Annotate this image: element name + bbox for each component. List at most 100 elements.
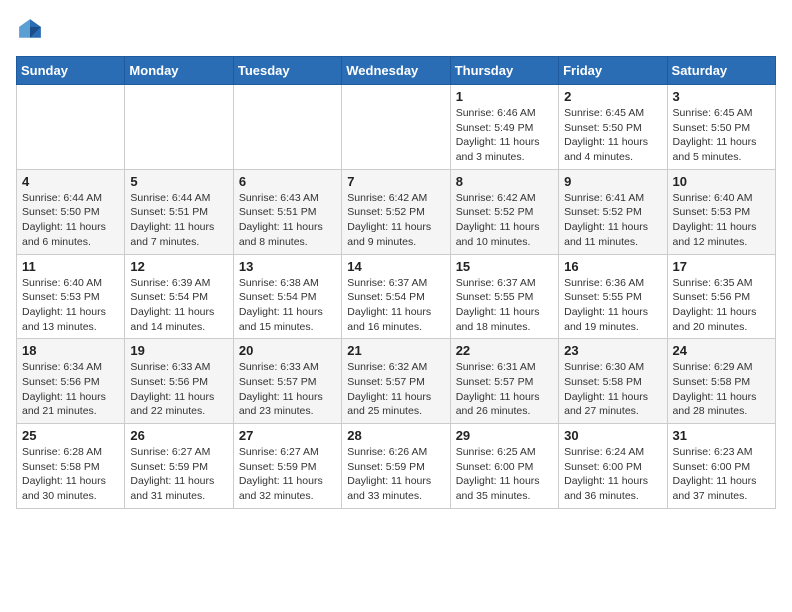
calendar-cell: 23 Sunrise: 6:30 AM Sunset: 5:58 PM Dayli… <box>559 339 667 424</box>
day-detail: Sunrise: 6:29 AM Sunset: 5:58 PM Dayligh… <box>673 360 770 419</box>
calendar-week-row: 1 Sunrise: 6:46 AM Sunset: 5:49 PM Daylig… <box>17 85 776 170</box>
day-detail: Sunrise: 6:31 AM Sunset: 5:57 PM Dayligh… <box>456 360 553 419</box>
day-detail: Sunrise: 6:30 AM Sunset: 5:58 PM Dayligh… <box>564 360 661 419</box>
calendar-cell: 5 Sunrise: 6:44 AM Sunset: 5:51 PM Daylig… <box>125 169 233 254</box>
calendar-cell: 3 Sunrise: 6:45 AM Sunset: 5:50 PM Daylig… <box>667 85 775 170</box>
calendar-cell: 20 Sunrise: 6:33 AM Sunset: 5:57 PM Dayli… <box>233 339 341 424</box>
day-number: 28 <box>347 428 444 443</box>
day-detail: Sunrise: 6:33 AM Sunset: 5:57 PM Dayligh… <box>239 360 336 419</box>
calendar-cell: 21 Sunrise: 6:32 AM Sunset: 5:57 PM Dayli… <box>342 339 450 424</box>
day-detail: Sunrise: 6:46 AM Sunset: 5:49 PM Dayligh… <box>456 106 553 165</box>
day-detail: Sunrise: 6:45 AM Sunset: 5:50 PM Dayligh… <box>564 106 661 165</box>
day-detail: Sunrise: 6:39 AM Sunset: 5:54 PM Dayligh… <box>130 276 227 335</box>
calendar-cell <box>342 85 450 170</box>
day-detail: Sunrise: 6:37 AM Sunset: 5:55 PM Dayligh… <box>456 276 553 335</box>
day-number: 6 <box>239 174 336 189</box>
day-detail: Sunrise: 6:42 AM Sunset: 5:52 PM Dayligh… <box>456 191 553 250</box>
calendar-cell: 7 Sunrise: 6:42 AM Sunset: 5:52 PM Daylig… <box>342 169 450 254</box>
day-number: 10 <box>673 174 770 189</box>
weekday-header-monday: Monday <box>125 57 233 85</box>
day-detail: Sunrise: 6:44 AM Sunset: 5:51 PM Dayligh… <box>130 191 227 250</box>
day-detail: Sunrise: 6:38 AM Sunset: 5:54 PM Dayligh… <box>239 276 336 335</box>
day-number: 7 <box>347 174 444 189</box>
day-detail: Sunrise: 6:34 AM Sunset: 5:56 PM Dayligh… <box>22 360 119 419</box>
calendar-cell: 24Sunrise: 6:29 AM Sunset: 5:58 PM Dayli… <box>667 339 775 424</box>
weekday-header-saturday: Saturday <box>667 57 775 85</box>
day-detail: Sunrise: 6:45 AM Sunset: 5:50 PM Dayligh… <box>673 106 770 165</box>
day-number: 21 <box>347 343 444 358</box>
day-number: 23 <box>564 343 661 358</box>
day-number: 16 <box>564 259 661 274</box>
calendar-cell <box>233 85 341 170</box>
calendar-cell: 10 Sunrise: 6:40 AM Sunset: 5:53 PM Dayli… <box>667 169 775 254</box>
calendar-cell: 6Sunrise: 6:43 AM Sunset: 5:51 PM Daylig… <box>233 169 341 254</box>
calendar-cell: 14 Sunrise: 6:37 AM Sunset: 5:54 PM Dayli… <box>342 254 450 339</box>
day-detail: Sunrise: 6:33 AM Sunset: 5:56 PM Dayligh… <box>130 360 227 419</box>
day-number: 26 <box>130 428 227 443</box>
day-detail: Sunrise: 6:28 AM Sunset: 5:58 PM Dayligh… <box>22 445 119 504</box>
day-number: 3 <box>673 89 770 104</box>
page-header <box>16 16 776 44</box>
day-number: 8 <box>456 174 553 189</box>
calendar-cell: 29 Sunrise: 6:25 AM Sunset: 6:00 PM Dayli… <box>450 424 558 509</box>
day-detail: Sunrise: 6:32 AM Sunset: 5:57 PM Dayligh… <box>347 360 444 419</box>
calendar-table: SundayMondayTuesdayWednesdayThursdayFrid… <box>16 56 776 509</box>
day-detail: Sunrise: 6:44 AM Sunset: 5:50 PM Dayligh… <box>22 191 119 250</box>
calendar-cell: 17 Sunrise: 6:35 AM Sunset: 5:56 PM Dayli… <box>667 254 775 339</box>
day-number: 13 <box>239 259 336 274</box>
weekday-header-thursday: Thursday <box>450 57 558 85</box>
calendar-cell: 8 Sunrise: 6:42 AM Sunset: 5:52 PM Daylig… <box>450 169 558 254</box>
day-detail: Sunrise: 6:23 AM Sunset: 6:00 PM Dayligh… <box>673 445 770 504</box>
calendar-cell: 28 Sunrise: 6:26 AM Sunset: 5:59 PM Dayli… <box>342 424 450 509</box>
day-detail: Sunrise: 6:24 AM Sunset: 6:00 PM Dayligh… <box>564 445 661 504</box>
day-detail: Sunrise: 6:26 AM Sunset: 5:59 PM Dayligh… <box>347 445 444 504</box>
day-detail: Sunrise: 6:42 AM Sunset: 5:52 PM Dayligh… <box>347 191 444 250</box>
calendar-cell: 25 Sunrise: 6:28 AM Sunset: 5:58 PM Dayli… <box>17 424 125 509</box>
day-number: 27 <box>239 428 336 443</box>
calendar-cell: 1 Sunrise: 6:46 AM Sunset: 5:49 PM Daylig… <box>450 85 558 170</box>
day-number: 4 <box>22 174 119 189</box>
logo-icon <box>16 16 44 44</box>
day-number: 20 <box>239 343 336 358</box>
calendar-cell: 13 Sunrise: 6:38 AM Sunset: 5:54 PM Dayli… <box>233 254 341 339</box>
weekday-header-wednesday: Wednesday <box>342 57 450 85</box>
weekday-header-sunday: Sunday <box>17 57 125 85</box>
day-detail: Sunrise: 6:27 AM Sunset: 5:59 PM Dayligh… <box>130 445 227 504</box>
calendar-week-row: 4 Sunrise: 6:44 AM Sunset: 5:50 PM Daylig… <box>17 169 776 254</box>
day-number: 12 <box>130 259 227 274</box>
calendar-cell: 19 Sunrise: 6:33 AM Sunset: 5:56 PM Dayli… <box>125 339 233 424</box>
calendar-cell <box>125 85 233 170</box>
day-number: 17 <box>673 259 770 274</box>
day-detail: Sunrise: 6:37 AM Sunset: 5:54 PM Dayligh… <box>347 276 444 335</box>
calendar-cell: 2 Sunrise: 6:45 AM Sunset: 5:50 PM Daylig… <box>559 85 667 170</box>
day-number: 5 <box>130 174 227 189</box>
calendar-cell: 11Sunrise: 6:40 AM Sunset: 5:53 PM Dayli… <box>17 254 125 339</box>
day-number: 25 <box>22 428 119 443</box>
calendar-week-row: 25 Sunrise: 6:28 AM Sunset: 5:58 PM Dayli… <box>17 424 776 509</box>
calendar-cell: 9 Sunrise: 6:41 AM Sunset: 5:52 PM Daylig… <box>559 169 667 254</box>
day-number: 22 <box>456 343 553 358</box>
calendar-cell <box>17 85 125 170</box>
calendar-cell: 22 Sunrise: 6:31 AM Sunset: 5:57 PM Dayli… <box>450 339 558 424</box>
day-detail: Sunrise: 6:27 AM Sunset: 5:59 PM Dayligh… <box>239 445 336 504</box>
day-number: 18 <box>22 343 119 358</box>
calendar-cell: 31Sunrise: 6:23 AM Sunset: 6:00 PM Dayli… <box>667 424 775 509</box>
day-detail: Sunrise: 6:35 AM Sunset: 5:56 PM Dayligh… <box>673 276 770 335</box>
day-number: 9 <box>564 174 661 189</box>
day-number: 14 <box>347 259 444 274</box>
day-number: 29 <box>456 428 553 443</box>
day-detail: Sunrise: 6:41 AM Sunset: 5:52 PM Dayligh… <box>564 191 661 250</box>
day-number: 30 <box>564 428 661 443</box>
day-detail: Sunrise: 6:25 AM Sunset: 6:00 PM Dayligh… <box>456 445 553 504</box>
calendar-cell: 18 Sunrise: 6:34 AM Sunset: 5:56 PM Dayli… <box>17 339 125 424</box>
day-detail: Sunrise: 6:40 AM Sunset: 5:53 PM Dayligh… <box>22 276 119 335</box>
weekday-header-friday: Friday <box>559 57 667 85</box>
day-number: 15 <box>456 259 553 274</box>
day-number: 19 <box>130 343 227 358</box>
day-detail: Sunrise: 6:40 AM Sunset: 5:53 PM Dayligh… <box>673 191 770 250</box>
calendar-cell: 16Sunrise: 6:36 AM Sunset: 5:55 PM Dayli… <box>559 254 667 339</box>
calendar-cell: 4 Sunrise: 6:44 AM Sunset: 5:50 PM Daylig… <box>17 169 125 254</box>
day-number: 1 <box>456 89 553 104</box>
calendar-cell: 27 Sunrise: 6:27 AM Sunset: 5:59 PM Dayli… <box>233 424 341 509</box>
day-number: 2 <box>564 89 661 104</box>
